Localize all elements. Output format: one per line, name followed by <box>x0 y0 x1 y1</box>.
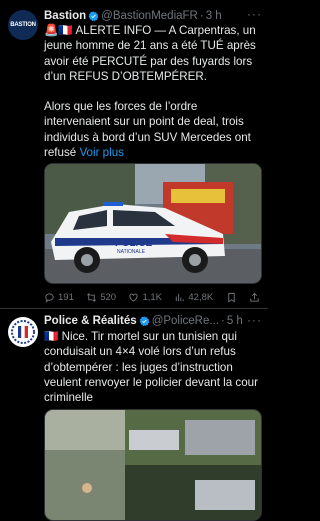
police-car-photo: POLICE NATIONALE <box>45 164 261 283</box>
more-options-icon[interactable]: ··· <box>247 313 262 327</box>
tweet-headline: 🚨🇫🇷 ALERTE INFO — A Carpentras, un jeune… <box>44 24 256 83</box>
bookmark-icon <box>227 292 235 302</box>
timestamp[interactable]: 3 h <box>206 10 222 22</box>
author-name[interactable]: Bastion <box>44 10 86 22</box>
tweet-text: 🇫🇷 Nice. Tir mortel sur un tunisien qui … <box>44 330 258 405</box>
tweet-bastion[interactable]: BASTION Bastion @BastionMediaFR · 3 h 🚨🇫… <box>0 0 268 306</box>
reply-button[interactable]: 191 <box>44 292 74 303</box>
tweet-media-image[interactable]: POLICE NATIONALE <box>44 163 262 284</box>
author-handle[interactable]: @BastionMediaFR <box>101 10 198 22</box>
bookmark-button[interactable] <box>226 292 237 303</box>
author-name[interactable]: Police & Réalités <box>44 315 137 327</box>
car-nationale-text: NATIONALE <box>117 249 146 255</box>
separator-dot: · <box>220 315 225 327</box>
see-more-link[interactable]: Voir plus <box>79 146 123 159</box>
like-count: 1,1K <box>142 291 163 303</box>
timestamp[interactable]: 5 h <box>227 315 243 327</box>
tweet-media-image[interactable] <box>44 409 262 521</box>
retweet-button[interactable]: 520 <box>86 292 116 303</box>
share-button[interactable] <box>249 292 260 303</box>
car-police-text: POLICE <box>115 238 153 249</box>
retweet-icon <box>87 292 97 302</box>
reply-count: 191 <box>58 291 74 303</box>
avatar[interactable] <box>8 317 38 347</box>
like-button[interactable]: 1,1K <box>128 292 162 303</box>
separator-dot: · <box>199 10 204 22</box>
avatar[interactable]: BASTION <box>8 10 38 40</box>
retweet-count: 520 <box>100 291 117 303</box>
share-icon <box>250 292 259 302</box>
verified-badge-icon <box>139 315 150 326</box>
verified-badge-icon <box>88 10 99 21</box>
views-count: 42,8K <box>188 291 214 303</box>
police-badge-logo <box>9 318 37 346</box>
video-surveillance-photo <box>45 410 261 520</box>
tweet-police-realites[interactable]: Police & Réalités @PoliceRe... · 5 h 🇫🇷 … <box>0 309 268 521</box>
views-button[interactable]: 42,8K <box>174 292 213 303</box>
avatar-text: BASTION <box>10 22 36 28</box>
tweet-paragraph: Alors que les forces de l’ordre interven… <box>44 100 251 160</box>
heart-icon <box>129 293 139 302</box>
author-handle[interactable]: @PoliceRe... <box>152 315 219 327</box>
reply-icon <box>45 292 54 303</box>
more-options-icon[interactable]: ··· <box>247 7 262 21</box>
views-icon <box>176 293 185 301</box>
